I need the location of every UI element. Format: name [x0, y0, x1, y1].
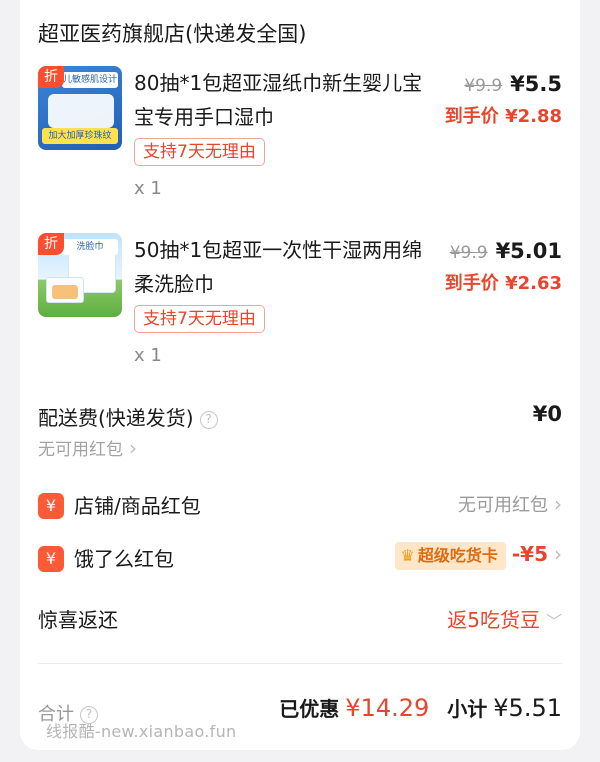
subtotal-label: 小计: [447, 697, 488, 721]
product-title[interactable]: 50抽*1包超亚一次性干湿两用绵柔洗脸巾: [134, 233, 434, 301]
yen-badge-icon: ¥: [38, 493, 64, 519]
quantity: x 1: [134, 345, 162, 366]
eleme-coupon-row[interactable]: ¥ 饿了么红包 ♛ 超级吃货卡 -¥5 ›: [38, 542, 562, 572]
shop-coupon-value: 无可用红包: [458, 495, 548, 516]
crown-icon: ♛: [400, 546, 415, 565]
delivery-coupon-text: 无可用红包: [38, 440, 123, 460]
store-name[interactable]: 超亚医药旗舰店(快递发全国): [38, 18, 306, 48]
eleme-coupon-value: -¥5: [511, 542, 548, 566]
product-graphic: [52, 285, 78, 299]
divider: [38, 663, 562, 664]
chevron-down-icon: ﹀: [545, 612, 562, 631]
discount-badge: 折: [38, 66, 64, 88]
discount-badge: 折: [38, 233, 64, 255]
chevron-right-icon: ›: [554, 492, 562, 516]
shop-coupon-label: 店铺/商品红包: [74, 494, 201, 518]
product-image[interactable]: 儿敏感肌设计 加大加厚珍珠纹 折: [38, 66, 122, 150]
price-block: ¥9.9 ¥5.5 到手价 ¥2.88: [445, 72, 562, 128]
order-summary: 已优惠 ¥14.29 小计 ¥5.51: [279, 693, 562, 722]
current-price: ¥5.5: [510, 72, 562, 96]
saved-value: ¥14.29: [345, 694, 430, 722]
return-policy-tag: 支持7天无理由: [134, 305, 265, 333]
surprise-return-value-group: 返5吃货豆 ﹀: [447, 604, 562, 633]
watermark: 线报酷-new.xianbao.fun: [46, 722, 237, 741]
order-card: 超亚医药旗舰店(快递发全国) 儿敏感肌设计 加大加厚珍珠纹 折 80抽*1包超亚…: [20, 0, 580, 750]
product-image[interactable]: 洗脸巾 折: [38, 233, 122, 317]
product-image-banner: 洗脸巾: [62, 239, 118, 255]
product-image-tag: 加大加厚珍珠纹: [42, 128, 118, 144]
product-pack-graphic: [48, 94, 114, 128]
order-item[interactable]: 儿敏感肌设计 加大加厚珍珠纹 折 80抽*1包超亚湿纸巾新生婴儿宝宝专用手口湿巾…: [38, 66, 562, 216]
super-foodie-card-badge: ♛ 超级吃货卡: [394, 542, 506, 570]
quantity: x 1: [134, 178, 162, 199]
original-price: ¥9.9: [449, 243, 488, 263]
price-block: ¥9.9 ¥5.01 到手价 ¥2.63: [445, 239, 562, 295]
surprise-return-value: 返5吃货豆: [447, 608, 540, 632]
arrive-price: 到手价 ¥2.88: [444, 106, 562, 127]
subtotal-value: ¥5.51: [493, 694, 562, 722]
delivery-coupon-link[interactable]: 无可用红包 ›: [38, 435, 562, 460]
current-price: ¥5.01: [495, 239, 562, 263]
chevron-right-icon: ›: [129, 436, 137, 460]
help-icon[interactable]: ?: [199, 411, 218, 429]
super-foodie-card-label: 超级吃货卡: [417, 546, 498, 565]
delivery-fee-label: 配送费(快递发货): [38, 406, 194, 430]
shop-coupon-row[interactable]: ¥ 店铺/商品红包 无可用红包 ›: [38, 490, 562, 519]
delivery-fee-row: 配送费(快递发货)? 无可用红包 › ¥0: [38, 402, 562, 460]
arrive-price: 到手价 ¥2.63: [444, 273, 562, 294]
yen-badge-icon: ¥: [38, 546, 64, 572]
eleme-coupon-value-group: ♛ 超级吃货卡 -¥5 ›: [394, 542, 562, 570]
product-image-banner: 儿敏感肌设计: [62, 72, 118, 88]
delivery-fee-value: ¥0: [532, 402, 562, 426]
saved-label: 已优惠: [279, 697, 340, 721]
surprise-return-row[interactable]: 惊喜返还 返5吃货豆 ﹀: [38, 604, 562, 633]
eleme-coupon-label: 饿了么红包: [74, 547, 174, 571]
original-price: ¥9.9: [464, 76, 503, 96]
order-item[interactable]: 洗脸巾 折 50抽*1包超亚一次性干湿两用绵柔洗脸巾 ¥9.9 ¥5.01 到手价…: [38, 233, 562, 383]
chevron-right-icon: ›: [554, 542, 562, 566]
shop-coupon-value-group: 无可用红包 ›: [458, 491, 562, 517]
product-title[interactable]: 80抽*1包超亚湿纸巾新生婴儿宝宝专用手口湿巾: [134, 66, 434, 134]
return-policy-tag: 支持7天无理由: [134, 138, 265, 166]
surprise-return-label: 惊喜返还: [38, 608, 118, 632]
